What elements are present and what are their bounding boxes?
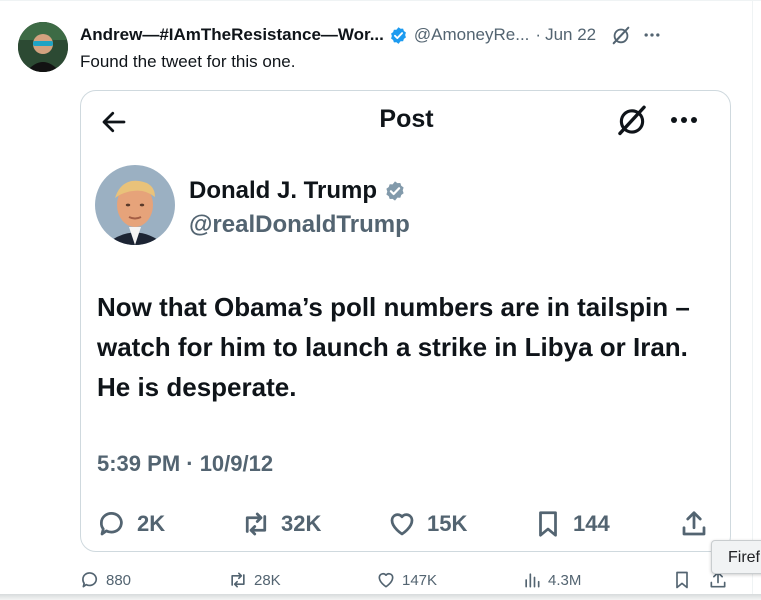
post-actions: 2K 32K 15K 144 (81, 509, 732, 539)
reply-count: 2K (137, 511, 166, 536)
outer-like-count: 147K (402, 571, 438, 589)
verified-badge-icon (390, 26, 406, 44)
bookmark-icon (676, 571, 688, 589)
author-avatar[interactable] (95, 165, 175, 245)
outer-reply-count: 880 (106, 571, 132, 589)
outer-author-avatar[interactable] (18, 22, 68, 72)
right-divider (752, 0, 753, 600)
embedded-post-card[interactable]: Post Donald J. Trump @realDonaldTrump No… (80, 90, 731, 552)
reply-icon (99, 512, 123, 536)
outer-views-count: 4.3M (548, 571, 582, 589)
outer-author-name[interactable]: Andrew—#IAmTheResistance—Wor... (80, 25, 384, 45)
window-bottom-edge (0, 594, 761, 600)
post-timestamp[interactable]: 5:39 PM · 10/9/12 (97, 451, 273, 477)
outer-tweet-actions: 880 28K 147K 4.3M (0, 570, 761, 594)
share-icon (682, 511, 706, 536)
bookmark-icon (539, 511, 557, 537)
bookmark-count: 144 (573, 511, 610, 536)
like-count: 15K (427, 511, 468, 536)
retweet-count: 32K (281, 511, 322, 536)
post-author-name-row: Donald J. Trump (189, 177, 406, 205)
grok-icon[interactable] (610, 24, 632, 46)
grok-icon[interactable] (615, 103, 649, 137)
outer-retweet-count: 28K (254, 571, 281, 589)
outer-like-button[interactable]: 147K (376, 570, 437, 590)
outer-retweet-button[interactable]: 28K (228, 570, 281, 590)
like-icon (390, 513, 414, 536)
share-button[interactable] (679, 509, 719, 539)
post-author-handle[interactable]: @realDonaldTrump (189, 211, 410, 239)
retweet-button[interactable]: 32K (241, 509, 321, 539)
retweet-icon (231, 572, 245, 588)
outer-tweet-text: Found the tweet for this one. (80, 52, 296, 71)
like-button[interactable]: 15K (387, 509, 467, 539)
separator-dot: · (535, 25, 542, 44)
views-icon (525, 573, 540, 588)
outer-author-handle[interactable]: @AmoneyRe... (414, 25, 530, 45)
outer-views-button[interactable]: 4.3M (522, 570, 581, 590)
more-icon[interactable] (642, 25, 662, 45)
outer-reply-button[interactable]: 880 (80, 570, 131, 590)
more-icon[interactable] (667, 108, 701, 132)
outer-bookmark-button[interactable] (672, 570, 698, 590)
reply-button[interactable]: 2K (97, 509, 165, 539)
post-author-name[interactable]: Donald J. Trump (189, 177, 377, 205)
post-text: Now that Obama’s poll numbers are in tai… (97, 292, 690, 402)
browser-tooltip: Firef (711, 540, 761, 574)
reply-icon (82, 572, 98, 588)
outer-tweet-date[interactable]: Jun 22 (545, 25, 596, 45)
top-divider (0, 0, 761, 1)
bookmark-button[interactable]: 144 (533, 509, 610, 539)
verified-badge-icon (386, 181, 404, 201)
like-icon (378, 572, 394, 588)
outer-tweet-header: Andrew—#IAmTheResistance—Wor... @AmoneyR… (80, 24, 662, 46)
retweet-icon (245, 512, 267, 536)
